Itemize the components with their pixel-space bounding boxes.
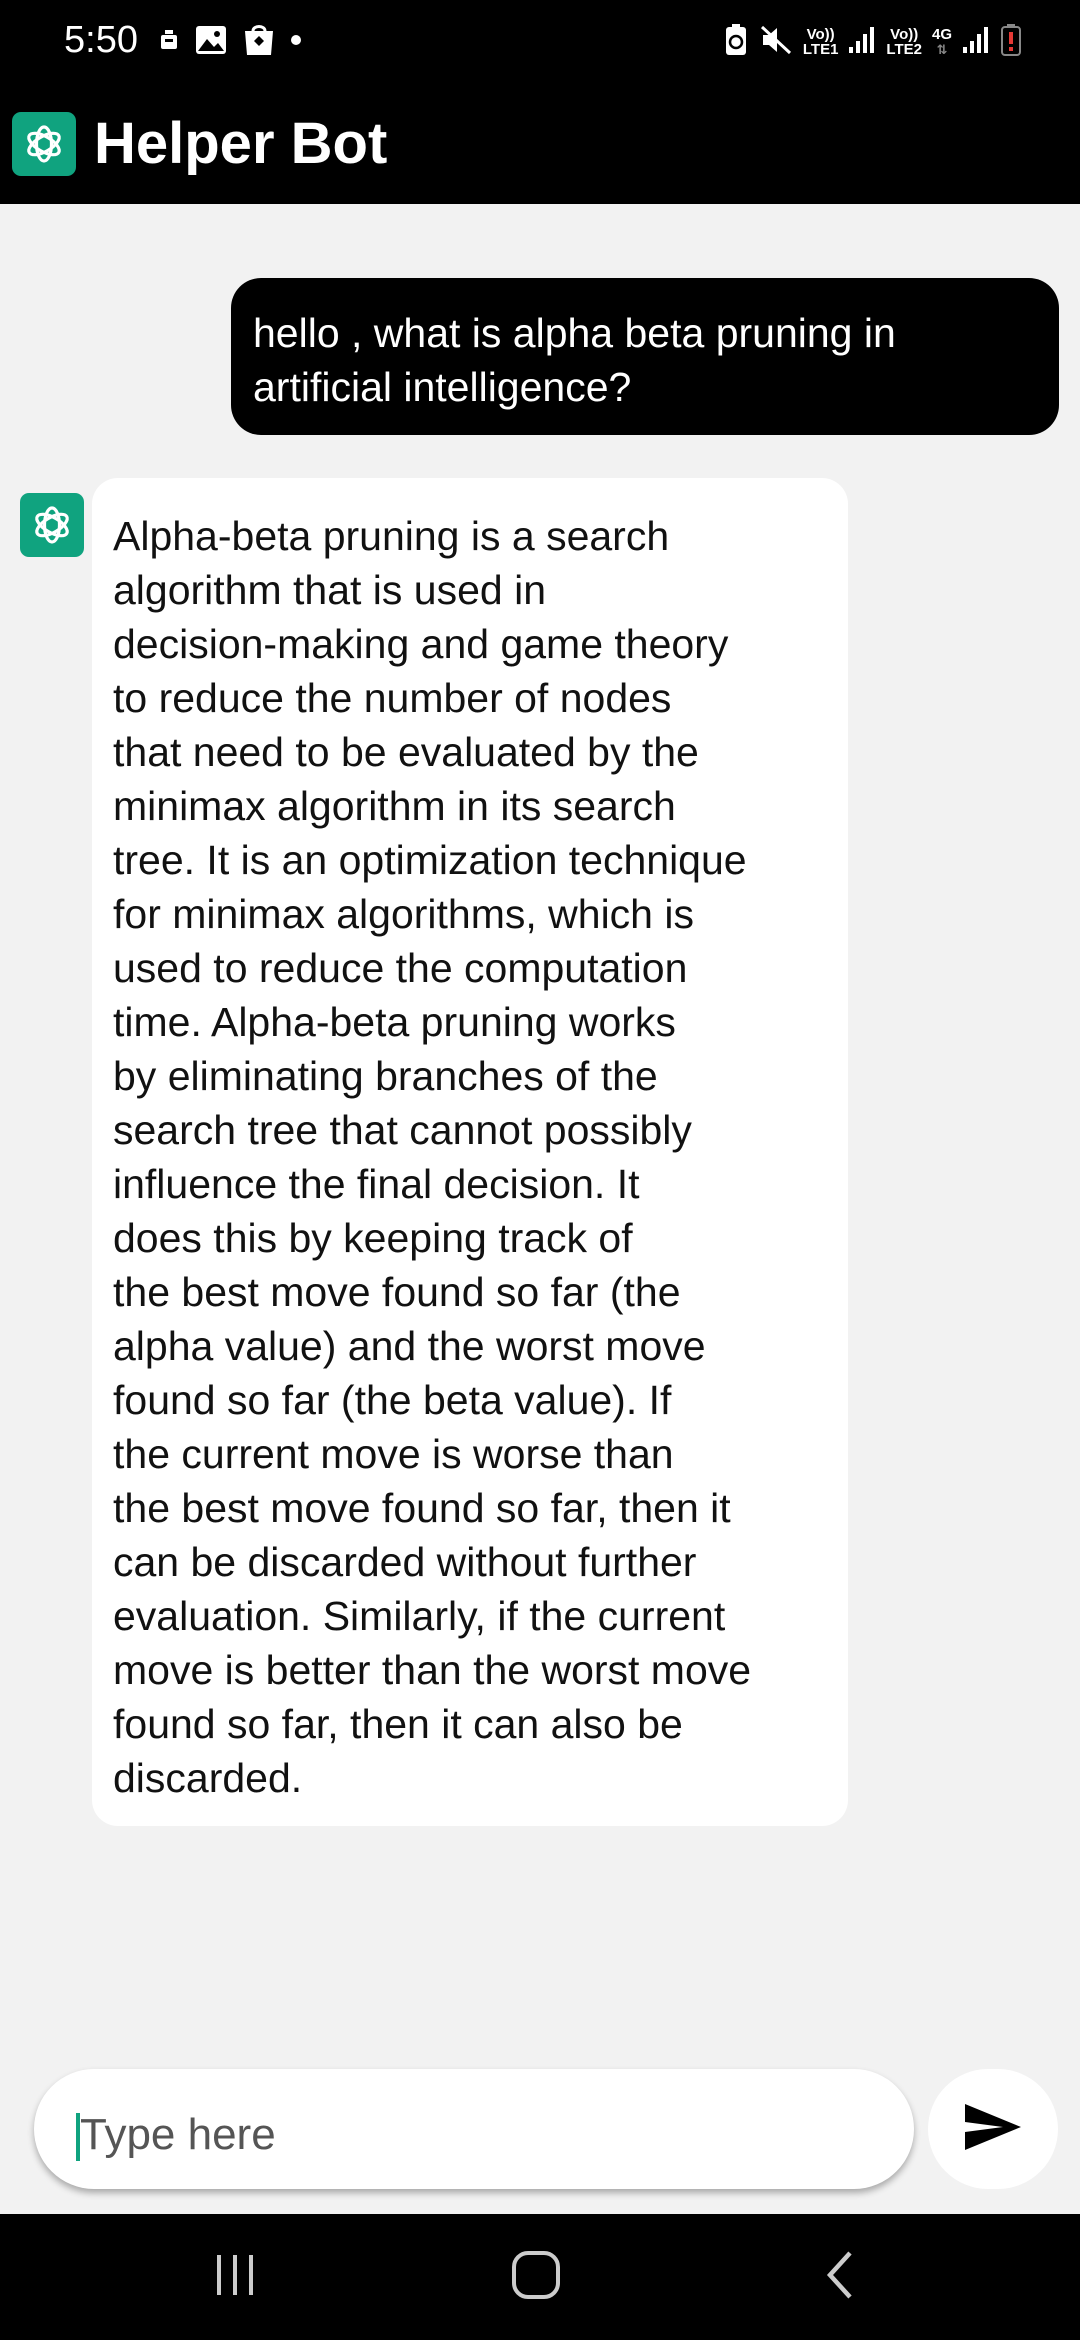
back-button[interactable] bbox=[795, 2244, 885, 2310]
sim2-label-top: Vo)) bbox=[890, 26, 919, 43]
network-type-label: 4G bbox=[931, 26, 952, 43]
user-message-text: hello , what is alpha beta pruning in ar… bbox=[253, 310, 896, 410]
app-title: Helper Bot bbox=[94, 111, 388, 176]
status-left-icons bbox=[158, 22, 302, 62]
navigation-bar bbox=[0, 2214, 1080, 2340]
user-message-bubble: hello , what is alpha beta pruning in ar… bbox=[231, 278, 1059, 435]
app-bar: Helper Bot bbox=[0, 82, 1080, 204]
mute-icon bbox=[759, 24, 793, 61]
sim1-label: Vo)) LTE1 bbox=[803, 27, 839, 57]
send-icon bbox=[963, 2102, 1023, 2157]
openai-logo-icon bbox=[12, 112, 76, 176]
sim1-label-bottom: LTE1 bbox=[802, 41, 839, 58]
sim2-label: Vo)) LTE2 bbox=[886, 27, 922, 57]
status-bar: 5:50 Vo)) LTE1 Vo)) LTE2 4G ⇅ bbox=[0, 0, 1080, 82]
store-icon bbox=[242, 23, 276, 62]
battery-low-icon bbox=[1000, 23, 1022, 62]
dot-icon bbox=[290, 33, 302, 51]
signal-icon bbox=[962, 25, 990, 60]
bot-message-text: Alpha-beta pruning is a search algorithm… bbox=[113, 513, 752, 1801]
gallery-icon bbox=[194, 24, 228, 61]
data-arrows-icon: ⇅ bbox=[936, 42, 948, 57]
battery-saver-icon bbox=[723, 23, 749, 62]
back-icon bbox=[820, 2249, 860, 2306]
network-type: 4G ⇅ bbox=[932, 27, 952, 57]
signal-icon bbox=[848, 25, 876, 60]
input-placeholder: Type here bbox=[80, 2110, 276, 2159]
bot-message-bubble: Alpha-beta pruning is a search algorithm… bbox=[92, 478, 848, 1826]
status-time: 5:50 bbox=[64, 19, 138, 61]
recents-button[interactable] bbox=[190, 2244, 280, 2310]
recents-icon bbox=[213, 2253, 257, 2302]
sim1-label-top: Vo)) bbox=[806, 26, 835, 43]
home-button[interactable] bbox=[491, 2244, 581, 2310]
send-button[interactable] bbox=[928, 2069, 1058, 2189]
openai-logo-icon bbox=[20, 493, 84, 557]
message-input[interactable]: Type here bbox=[34, 2069, 914, 2189]
home-icon bbox=[510, 2249, 562, 2306]
sim2-label-bottom: LTE2 bbox=[886, 41, 922, 58]
status-right-icons: Vo)) LTE1 Vo)) LTE2 4G ⇅ bbox=[723, 20, 1022, 64]
notification-icon bbox=[158, 27, 180, 58]
